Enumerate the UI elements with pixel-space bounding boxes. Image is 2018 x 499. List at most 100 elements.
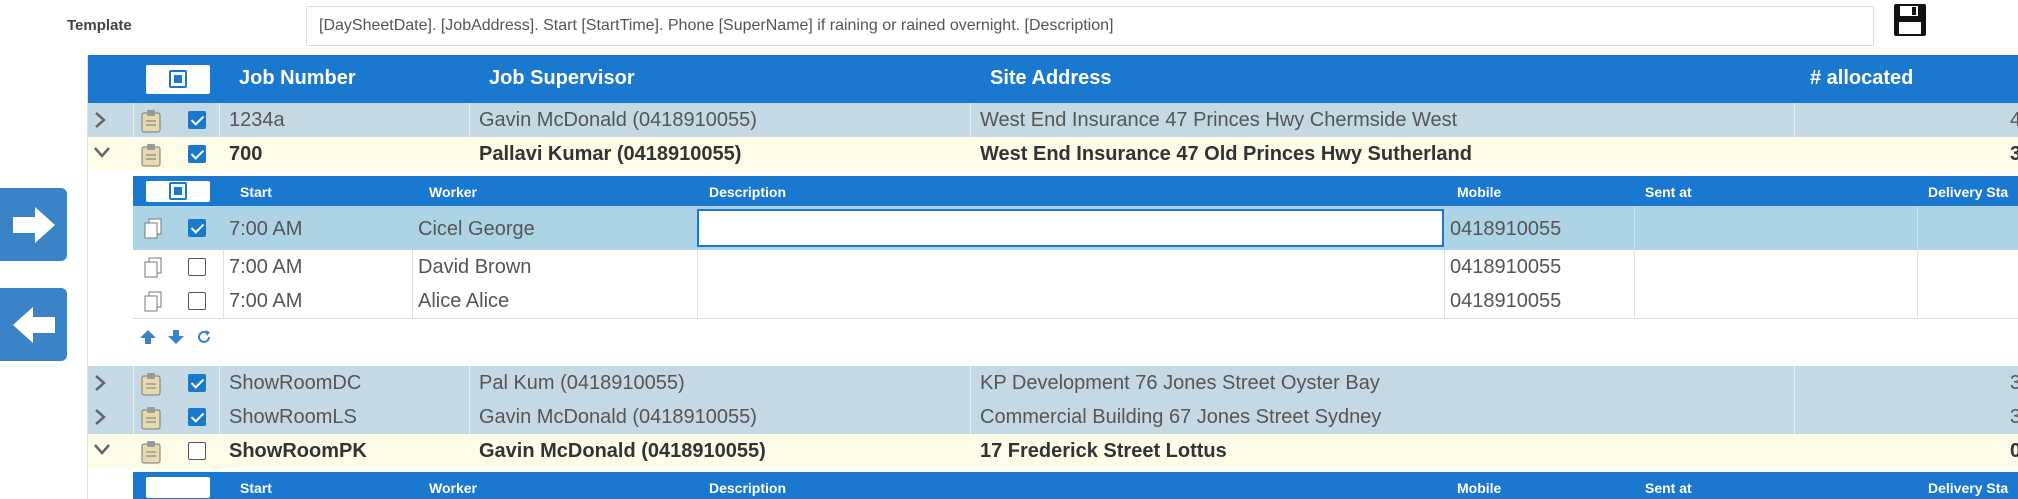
job-supervisor: Gavin McDonald (0418910055) xyxy=(479,406,757,428)
job-supervisor: Gavin McDonald (0418910055) xyxy=(479,109,757,131)
site-address: 17 Frederick Street Lottus xyxy=(980,440,1227,462)
site-address: West End Insurance 47 Princes Hwy Cherms… xyxy=(980,109,1458,131)
col-delivery-status[interactable]: Delivery Sta xyxy=(1928,184,2008,200)
chevron-right-icon[interactable] xyxy=(93,111,107,129)
col-site-address[interactable]: Site Address xyxy=(990,67,1112,90)
allocated-count: 3 xyxy=(2010,143,2018,166)
job-number: ShowRoomDC xyxy=(229,372,362,394)
site-address: KP Development 76 Jones Street Oyster Ba… xyxy=(980,372,1380,394)
template-input[interactable] xyxy=(306,6,1874,46)
col-sent-at[interactable]: Sent at xyxy=(1645,184,1692,200)
site-address: Commercial Building 67 Jones Street Sydn… xyxy=(980,406,1382,428)
mobile-number: 0418910055 xyxy=(1450,256,1562,278)
mobile-number: 0418910055 xyxy=(1450,290,1562,312)
worker-name: David Brown xyxy=(418,256,532,278)
job-number: ShowRoomPK xyxy=(229,440,367,462)
clipboard-icon[interactable] xyxy=(140,143,162,167)
chevron-down-icon[interactable] xyxy=(93,442,111,456)
move-up-icon xyxy=(140,330,156,344)
col-description[interactable]: Description xyxy=(709,184,786,200)
row-checkbox[interactable] xyxy=(188,111,206,129)
table-row[interactable]: 7:00 AM Cicel George 0418910055 xyxy=(133,206,2018,250)
job-supervisor: Pal Kum (0418910055) xyxy=(479,372,685,394)
col-worker[interactable]: Worker xyxy=(429,184,477,200)
worker-name: Alice Alice xyxy=(418,290,510,312)
refresh-icon xyxy=(198,330,210,343)
back-button[interactable] xyxy=(0,288,67,361)
copy-icon[interactable] xyxy=(143,218,163,240)
col-description[interactable]: Description xyxy=(709,480,786,496)
subgrid-header: Start Worker Description Mobile Sent at … xyxy=(133,472,2018,499)
table-row[interactable]: 7:00 AM David Brown 0418910055 xyxy=(133,250,2018,284)
copy-icon[interactable] xyxy=(143,257,163,279)
col-start[interactable]: Start xyxy=(240,480,272,496)
copy-icon[interactable] xyxy=(143,291,163,313)
forward-button[interactable] xyxy=(0,188,67,261)
jobs-grid: Job Number Job Supervisor Site Address #… xyxy=(87,55,2018,499)
row-checkbox[interactable] xyxy=(188,374,206,392)
col-mobile[interactable]: Mobile xyxy=(1457,480,1501,496)
table-row[interactable]: 700 Pallavi Kumar (0418910055) West End … xyxy=(88,137,2018,171)
job-supervisor: Gavin McDonald (0418910055) xyxy=(479,440,766,462)
job-number: 1234a xyxy=(229,109,285,131)
clipboard-icon[interactable] xyxy=(140,440,162,464)
subgrid-header: Start Worker Description Mobile Sent at … xyxy=(133,176,2018,206)
col-worker[interactable]: Worker xyxy=(429,480,477,496)
row-checkbox[interactable] xyxy=(188,145,206,163)
workers-subgrid: Start Worker Description Mobile Sent at … xyxy=(133,472,2018,499)
col-delivery-status[interactable]: Delivery Sta xyxy=(1928,480,2008,496)
allocated-count: 3 xyxy=(2010,372,2018,395)
arrow-right-icon xyxy=(12,206,55,243)
template-label: Template xyxy=(67,17,132,34)
row-checkbox[interactable] xyxy=(188,258,206,276)
save-button[interactable] xyxy=(1893,3,1931,41)
job-number: ShowRoomLS xyxy=(229,406,357,428)
table-row[interactable]: 7:00 AM Alice Alice 0418910055 xyxy=(133,284,2018,319)
floppy-disk-icon xyxy=(1894,4,1926,36)
site-address: West End Insurance 47 Old Princes Hwy Su… xyxy=(980,143,1472,165)
refresh-button[interactable] xyxy=(193,326,215,348)
col-job-supervisor[interactable]: Job Supervisor xyxy=(489,67,635,90)
row-checkbox[interactable] xyxy=(188,442,206,460)
grid-header: Job Number Job Supervisor Site Address #… xyxy=(88,55,2018,103)
chevron-down-icon[interactable] xyxy=(93,145,111,159)
table-row[interactable]: ShowRoomLS Gavin McDonald (0418910055) C… xyxy=(88,400,2018,434)
col-allocated[interactable]: # allocated xyxy=(1810,67,1913,90)
chevron-right-icon[interactable] xyxy=(93,374,107,392)
row-checkbox[interactable] xyxy=(188,408,206,426)
allocated-count: 0 xyxy=(2010,440,2018,463)
start-time: 7:00 AM xyxy=(229,256,303,278)
arrow-left-icon xyxy=(12,306,55,343)
select-all-box xyxy=(146,477,210,498)
clipboard-icon[interactable] xyxy=(140,372,162,396)
col-job-number[interactable]: Job Number xyxy=(239,67,356,90)
description-input[interactable] xyxy=(697,209,1444,247)
subgrid-toolbar xyxy=(133,319,2018,359)
start-time: 7:00 AM xyxy=(229,218,303,240)
select-all-box xyxy=(146,65,210,94)
clipboard-icon[interactable] xyxy=(140,406,162,430)
col-mobile[interactable]: Mobile xyxy=(1457,184,1501,200)
move-up-button[interactable] xyxy=(137,326,159,348)
allocated-count: 4 xyxy=(2010,109,2018,132)
row-checkbox[interactable] xyxy=(188,292,206,310)
allocated-count: 3 xyxy=(2010,406,2018,429)
table-row[interactable]: ShowRoomPK Gavin McDonald (0418910055) 1… xyxy=(88,434,2018,468)
select-all-box xyxy=(146,181,210,202)
table-row[interactable]: 1234a Gavin McDonald (0418910055) West E… xyxy=(88,103,2018,137)
table-row[interactable]: ShowRoomDC Pal Kum (0418910055) KP Devel… xyxy=(88,366,2018,400)
job-number: 700 xyxy=(229,143,263,165)
select-all-checkbox[interactable] xyxy=(169,182,187,200)
col-sent-at[interactable]: Sent at xyxy=(1645,480,1692,496)
worker-name: Cicel George xyxy=(418,218,535,240)
select-all-checkbox[interactable] xyxy=(169,70,187,88)
clipboard-icon[interactable] xyxy=(140,109,162,133)
row-checkbox[interactable] xyxy=(188,219,206,237)
col-start[interactable]: Start xyxy=(240,184,272,200)
move-down-button[interactable] xyxy=(165,326,187,348)
start-time: 7:00 AM xyxy=(229,290,303,312)
mobile-number: 0418910055 xyxy=(1450,218,1562,240)
chevron-right-icon[interactable] xyxy=(93,408,107,426)
job-supervisor: Pallavi Kumar (0418910055) xyxy=(479,143,742,165)
move-down-icon xyxy=(168,330,184,344)
